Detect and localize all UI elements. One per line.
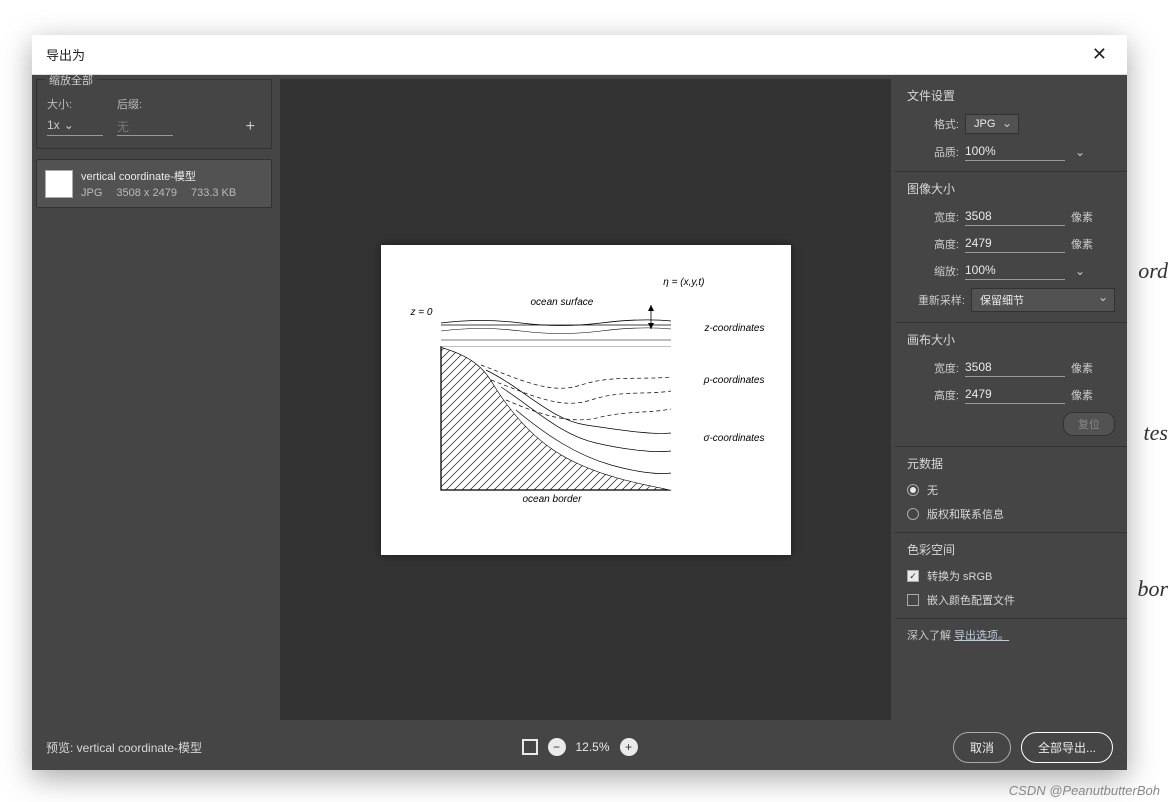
add-scale-button[interactable]: + <box>240 118 261 136</box>
label-rhocoord: ρ-coordinates <box>704 375 765 386</box>
radio-icon <box>907 508 919 520</box>
convert-srgb-checkbox[interactable]: 转换为 sRGB <box>907 568 1115 584</box>
resample-label: 重新采样: <box>907 292 965 308</box>
suffix-label: 后缀: <box>117 96 173 112</box>
right-panel: 文件设置 格式: JPG 品质: 100%⌄ 图像大小 宽度: 3508 像素 <box>895 75 1127 724</box>
reset-canvas-button[interactable]: 复位 <box>1063 412 1115 436</box>
label-border: ocean border <box>523 494 582 505</box>
label-eta: η = (x,y,t) <box>663 277 704 288</box>
metadata-copyright-label: 版权和联系信息 <box>927 506 1004 522</box>
quality-input[interactable]: 100% <box>965 142 1065 161</box>
image-size-header: 图像大小 <box>895 171 1127 203</box>
label-sigmacoord: σ-coordinates <box>703 433 764 444</box>
size-label: 大小: <box>47 96 103 112</box>
metadata-none-radio[interactable]: 无 <box>907 482 1115 498</box>
canvas-height-label: 高度: <box>907 387 959 403</box>
canvas-width-label: 宽度: <box>907 360 959 376</box>
img-scale-label: 缩放: <box>907 263 959 279</box>
checkbox-icon <box>907 570 919 582</box>
asset-meta: JPG3508 x 2479733.3 KB <box>81 187 250 199</box>
img-scale-input[interactable]: 100% <box>965 261 1065 280</box>
zoom-out-button[interactable]: − <box>547 738 565 756</box>
label-z0: z = 0 <box>411 307 433 318</box>
metadata-copyright-radio[interactable]: 版权和联系信息 <box>907 506 1115 522</box>
resample-select[interactable]: 保留细节 <box>971 288 1115 312</box>
file-settings-header: 文件设置 <box>895 79 1127 110</box>
watermark: CSDN @PeanutbutterBoh <box>1009 783 1160 798</box>
img-width-label: 宽度: <box>907 209 959 225</box>
zoom-value: 12.5% <box>575 740 609 754</box>
quality-label: 品质: <box>907 144 959 160</box>
close-button[interactable]: ✕ <box>1086 40 1113 69</box>
label-zcoord: z-coordinates <box>704 323 764 334</box>
dialog-title: 导出为 <box>46 45 85 64</box>
label-surface: ocean surface <box>531 297 594 308</box>
preview-canvas: η = (x,y,t) ocean surface z = 0 z-coordi… <box>381 245 791 555</box>
zoom-controls: − 12.5% + <box>521 738 637 756</box>
asset-thumbnail <box>45 170 73 198</box>
img-height-label: 高度: <box>907 236 959 252</box>
format-label: 格式: <box>907 116 959 132</box>
metadata-header: 元数据 <box>895 446 1127 478</box>
diagram-svg <box>411 275 761 525</box>
convert-srgb-label: 转换为 sRGB <box>927 568 992 584</box>
canvas-width-input[interactable]: 3508 <box>965 358 1065 377</box>
suffix-input[interactable]: 无 <box>117 116 173 136</box>
scale-all-group: 缩放全部 大小: 1x⌄ 后缀: 无 + <box>36 79 272 149</box>
format-select[interactable]: JPG <box>965 114 1019 134</box>
canvas-size-header: 画布大小 <box>895 322 1127 354</box>
bg-text: tes <box>1144 420 1168 446</box>
export-all-button[interactable]: 全部导出... <box>1021 732 1113 763</box>
learn-more-link[interactable]: 导出选项。 <box>954 630 1009 642</box>
metadata-none-label: 无 <box>927 482 938 498</box>
export-dialog: 导出为 ✕ 缩放全部 大小: 1x⌄ 后缀: 无 + <box>32 35 1127 770</box>
px-unit: 像素 <box>1071 209 1093 225</box>
size-select[interactable]: 1x⌄ <box>47 116 103 136</box>
preview-diagram: η = (x,y,t) ocean surface z = 0 z-coordi… <box>411 275 761 525</box>
asset-name: vertical coordinate-模型 <box>81 168 250 184</box>
px-unit: 像素 <box>1071 236 1093 252</box>
dialog-titlebar: 导出为 ✕ <box>32 35 1127 75</box>
bg-text: ord <box>1138 258 1168 284</box>
learn-more-prefix: 深入了解 <box>907 630 954 642</box>
left-panel: 缩放全部 大小: 1x⌄ 后缀: 无 + vertical coordin <box>32 75 276 724</box>
embed-profile-checkbox[interactable]: 嵌入颜色配置文件 <box>907 592 1115 608</box>
px-unit: 像素 <box>1071 387 1093 403</box>
cancel-button[interactable]: 取消 <box>953 732 1011 763</box>
embed-profile-label: 嵌入颜色配置文件 <box>927 592 1015 608</box>
preview-label: 预览: vertical coordinate-模型 <box>46 739 202 756</box>
bg-text: bor <box>1137 576 1168 602</box>
scale-all-title: 缩放全部 <box>45 75 97 88</box>
preview-area: η = (x,y,t) ocean surface z = 0 z-coordi… <box>280 79 891 720</box>
radio-icon <box>907 484 919 496</box>
checkbox-icon <box>907 594 919 606</box>
dialog-footer: 预览: vertical coordinate-模型 − 12.5% + 取消 … <box>32 724 1127 770</box>
colorspace-header: 色彩空间 <box>895 532 1127 564</box>
img-height-input[interactable]: 2479 <box>965 234 1065 253</box>
px-unit: 像素 <box>1071 360 1093 376</box>
crop-icon[interactable] <box>521 739 537 755</box>
zoom-in-button[interactable]: + <box>620 738 638 756</box>
asset-row[interactable]: vertical coordinate-模型 JPG3508 x 2479733… <box>36 159 272 208</box>
img-width-input[interactable]: 3508 <box>965 207 1065 226</box>
canvas-height-input[interactable]: 2479 <box>965 385 1065 404</box>
learn-more-row: 深入了解 导出选项。 <box>895 618 1127 651</box>
